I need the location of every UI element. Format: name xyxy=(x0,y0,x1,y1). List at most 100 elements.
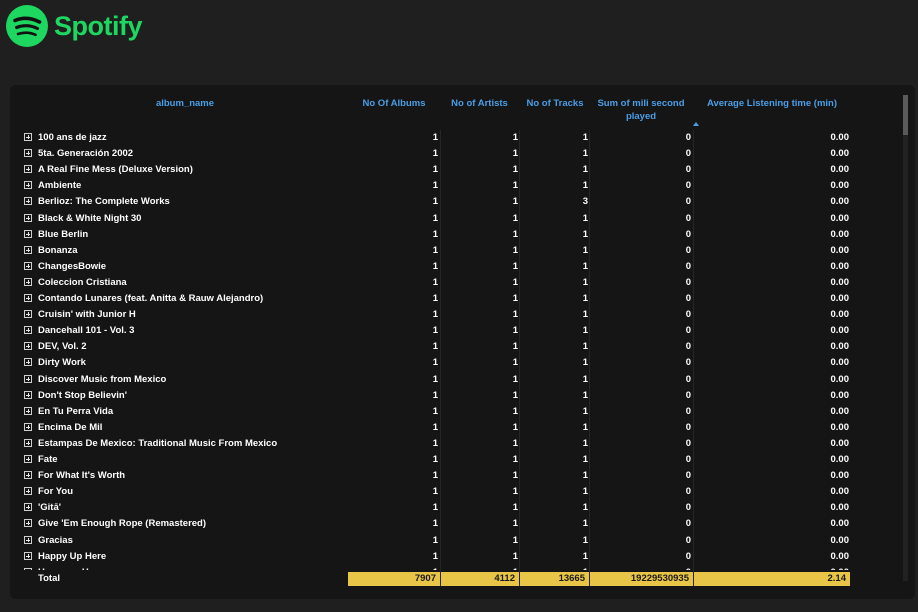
column-header-no-of-albums[interactable]: No Of Albums xyxy=(355,97,433,110)
expand-plus-icon[interactable] xyxy=(24,213,32,222)
no-of-tracks-cell: 1 xyxy=(582,180,588,192)
sum-of-mili-second-played-cell: 0 xyxy=(685,325,691,337)
no-of-albums-cell: 1 xyxy=(432,502,438,514)
expand-plus-icon[interactable] xyxy=(24,165,32,174)
total-sum-of-mili-second-played: 19229530935 xyxy=(590,572,693,586)
spotify-brand: Spotify xyxy=(5,4,143,48)
table-row[interactable]: A Real Fine Mess (Deluxe Version) 1 1 1 0 0.0… xyxy=(10,162,900,178)
expand-plus-icon[interactable] xyxy=(24,245,32,254)
no-of-artists-cell: 1 xyxy=(512,373,518,385)
no-of-artists-cell: 1 xyxy=(512,389,518,401)
table-row[interactable]: Don't Stop Believin' 1 1 1 0 0.00 xyxy=(10,388,900,404)
no-of-artists-cell: 1 xyxy=(512,180,518,192)
expand-plus-icon[interactable] xyxy=(24,358,32,367)
expand-plus-icon[interactable] xyxy=(24,455,32,463)
table-row[interactable]: Ambiente 1 1 1 0 0.00 xyxy=(10,178,900,194)
expand-plus-icon[interactable] xyxy=(24,277,32,286)
column-header-no-of-tracks[interactable]: No of Tracks xyxy=(520,97,590,110)
average-listening-time-cell: 0.00 xyxy=(830,373,850,385)
expand-plus-icon[interactable] xyxy=(24,438,32,447)
table-row[interactable]: Dancehall 101 - Vol. 3 1 1 1 0 0.00 xyxy=(10,323,900,339)
table-row[interactable]: Gracias 1 1 1 0 0.00 xyxy=(10,533,900,549)
sort-ascending-icon[interactable] xyxy=(693,122,699,126)
no-of-tracks-cell: 1 xyxy=(582,325,588,337)
table-row[interactable]: 100 ans de jazz 1 1 1 0 0.00 xyxy=(10,130,900,146)
table-row[interactable]: Give 'Em Enough Rope (Remastered) 1 1 1 0 0.0… xyxy=(10,516,900,532)
column-header-average-listening-time[interactable]: Average Listening time (min) xyxy=(700,97,844,110)
no-of-albums-cell: 1 xyxy=(432,534,438,546)
no-of-artists-cell: 1 xyxy=(512,518,518,530)
column-header-no-of-artists[interactable]: No of Artists xyxy=(442,97,517,110)
table-row[interactable]: Estampas De Mexico: Traditional Music Fr… xyxy=(10,436,900,452)
expand-plus-icon[interactable] xyxy=(24,390,32,399)
no-of-albums-cell: 1 xyxy=(432,389,438,401)
expand-plus-icon[interactable] xyxy=(24,471,32,480)
table-row[interactable]: DEV, Vol. 2 1 1 1 0 0.00 xyxy=(10,339,900,355)
table-row[interactable]: ChangesBowie 1 1 1 0 0.00 xyxy=(10,259,900,275)
expand-plus-icon[interactable] xyxy=(24,406,32,415)
expand-plus-icon[interactable] xyxy=(24,197,32,206)
no-of-artists-cell: 1 xyxy=(512,260,518,272)
expand-plus-icon[interactable] xyxy=(24,326,32,335)
column-header-album-name[interactable]: album_name xyxy=(90,97,280,110)
no-of-tracks-cell: 1 xyxy=(582,212,588,224)
expand-plus-icon[interactable] xyxy=(24,181,32,190)
expand-plus-icon[interactable] xyxy=(24,342,32,351)
album-name-cell: 100 ans de jazz xyxy=(38,132,107,143)
album-name-cell: Black & White Night 30 xyxy=(38,212,142,224)
table-row[interactable]: Contando Lunares (feat. Anitta & Rauw Al… xyxy=(10,291,900,307)
expand-plus-icon[interactable] xyxy=(24,133,32,141)
table-row[interactable]: 'Gitā' 1 1 1 0 0.00 xyxy=(10,500,900,516)
expand-plus-icon[interactable] xyxy=(24,487,32,496)
expand-plus-icon[interactable] xyxy=(24,551,32,560)
no-of-artists-cell: 1 xyxy=(512,164,518,176)
no-of-tracks-cell: 1 xyxy=(582,518,588,530)
expand-plus-icon[interactable] xyxy=(24,567,32,570)
table-row[interactable]: Berlioz: The Complete Works 1 1 3 0 0.00 xyxy=(10,194,900,210)
no-of-tracks-cell: 1 xyxy=(582,502,588,514)
table-row[interactable]: For You 1 1 1 0 0.00 xyxy=(10,484,900,500)
expand-plus-icon[interactable] xyxy=(24,229,32,238)
total-average-listening-time: 2.14 xyxy=(694,572,850,586)
table-row[interactable]: Fate 1 1 1 0 0.00 xyxy=(10,452,900,468)
no-of-artists-cell: 1 xyxy=(512,309,518,321)
average-listening-time-cell: 0.00 xyxy=(830,325,850,337)
table-row[interactable]: Discover Music from Mexico 1 1 1 0 0.00 xyxy=(10,372,900,388)
sum-of-mili-second-played-cell: 0 xyxy=(685,244,691,256)
no-of-albums-cell: 1 xyxy=(432,437,438,449)
expand-plus-icon[interactable] xyxy=(24,519,32,528)
expand-plus-icon[interactable] xyxy=(24,294,32,302)
table-row[interactable]: Black & White Night 30 1 1 1 0 0.00 xyxy=(10,211,900,227)
expand-plus-icon[interactable] xyxy=(24,503,32,512)
expand-plus-icon[interactable] xyxy=(24,374,32,383)
album-name-cell: Encima De Mil xyxy=(38,421,103,433)
average-listening-time-cell: 0.00 xyxy=(830,389,850,401)
no-of-artists-cell: 1 xyxy=(512,534,518,546)
average-listening-time-cell: 0.00 xyxy=(830,454,850,465)
expand-plus-icon[interactable] xyxy=(24,422,32,431)
table-row[interactable]: 5ta. Generación 2002 1 1 1 0 0.00 xyxy=(10,146,900,162)
scrollbar-thumb[interactable] xyxy=(903,95,908,135)
no-of-artists-cell: 1 xyxy=(512,454,518,465)
expand-plus-icon[interactable] xyxy=(24,261,32,270)
table-row[interactable]: Encima De Mil 1 1 1 0 0.00 xyxy=(10,420,900,436)
no-of-albums-cell: 1 xyxy=(432,405,438,417)
table-row[interactable]: Coleccion Cristiana 1 1 1 0 0.00 xyxy=(10,275,900,291)
table-row[interactable]: En Tu Perra Vida 1 1 1 0 0.00 xyxy=(10,404,900,420)
table-row[interactable]: Cruisin' with Junior H 1 1 1 0 0.00 xyxy=(10,307,900,323)
table-row[interactable]: Dirty Work 1 1 1 0 0.00 xyxy=(10,355,900,371)
table-row[interactable]: For What It's Worth 1 1 1 0 0.00 xyxy=(10,468,900,484)
table-row[interactable]: Happy Up Here 1 1 1 0 0.00 xyxy=(10,549,900,565)
table-row[interactable]: Harmony House11100.00 xyxy=(10,565,900,570)
column-header-sum-of-mili-second-played[interactable]: Sum of mili second played xyxy=(593,97,689,123)
average-listening-time-cell: 0.00 xyxy=(830,357,850,369)
expand-plus-icon[interactable] xyxy=(24,310,32,319)
table-row[interactable]: Bonanza 1 1 1 0 0.00 xyxy=(10,243,900,259)
spotify-logo-icon xyxy=(6,5,48,47)
vertical-scrollbar[interactable] xyxy=(903,95,908,581)
table-row[interactable]: Blue Berlin 1 1 1 0 0.00 xyxy=(10,227,900,243)
expand-plus-icon[interactable] xyxy=(24,535,32,544)
sum-of-mili-second-played-cell: 0 xyxy=(685,502,691,514)
expand-plus-icon[interactable] xyxy=(24,149,32,158)
sum-of-mili-second-played-cell: 0 xyxy=(685,550,691,562)
